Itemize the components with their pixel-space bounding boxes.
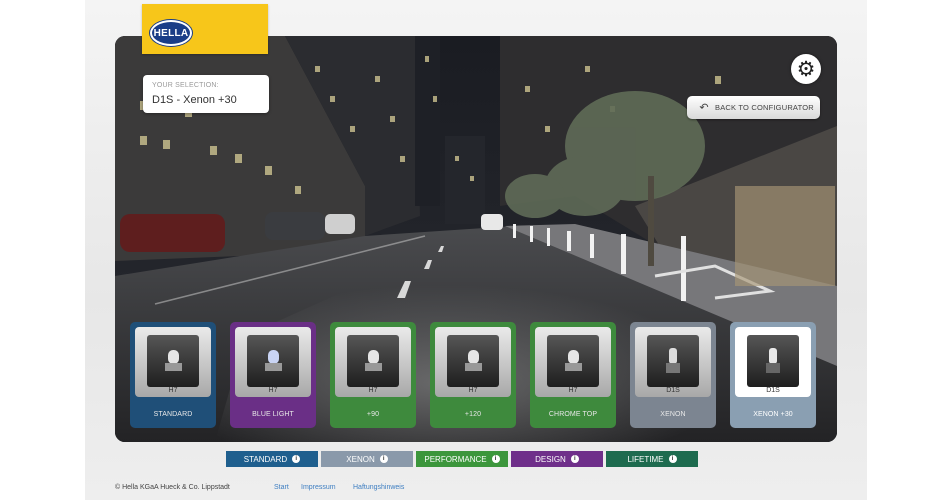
bulb-icon [165, 350, 182, 371]
bulb-image [247, 335, 299, 387]
product-image-frame: H7 [435, 327, 511, 397]
product-image-frame: H7 [235, 327, 311, 397]
product-name: +120 [464, 411, 482, 418]
product-selector: H7 STANDARD H7 BLUE LIGHT H7 +90 H7 +120… [130, 322, 820, 428]
footer-copyright: © Hella KGaA Hueck & Co. Lippstadt [115, 484, 230, 491]
legend-lifetime[interactable]: LIFETIME i [606, 451, 698, 467]
product-type: H7 [368, 387, 378, 394]
product-card-plus-120[interactable]: H7 +120 [430, 322, 516, 428]
footer-link-haftungshinweis[interactable]: Haftungshinweis [353, 484, 404, 491]
product-image-frame: H7 [335, 327, 411, 397]
bulb-image [347, 335, 399, 387]
info-icon[interactable]: i [491, 455, 500, 463]
bulb-icon [766, 348, 780, 373]
hella-logo[interactable]: HELLA [142, 4, 268, 54]
legend-label: XENON [346, 454, 375, 464]
product-card-chrome-top[interactable]: H7 CHROME TOP [530, 322, 616, 428]
return-arrow-icon: ↶ [699, 102, 709, 114]
product-name: BLUE LIGHT [252, 411, 294, 418]
product-name: +90 [366, 411, 380, 418]
legend-xenon[interactable]: XENON i [321, 451, 413, 467]
product-type: H7 [168, 387, 178, 394]
legend-label: PERFORMANCE [424, 454, 487, 464]
legend-performance[interactable]: PERFORMANCE i [416, 451, 508, 467]
bulb-icon [666, 348, 680, 373]
legend-label: DESIGN [535, 454, 566, 464]
product-type: D1S [766, 387, 780, 394]
product-card-plus-90[interactable]: H7 +90 [330, 322, 416, 428]
info-icon[interactable]: i [292, 455, 301, 463]
product-card-blue-light[interactable]: H7 BLUE LIGHT [230, 322, 316, 428]
back-to-configurator-label: BACK TO CONFIGURATOR [715, 103, 814, 112]
bulb-icon [265, 350, 282, 371]
product-name: CHROME TOP [548, 411, 598, 418]
product-image-frame: H7 [135, 327, 211, 397]
hella-logo-mark: HELLA [150, 20, 192, 46]
bulb-image [647, 335, 699, 387]
bulb-icon [365, 350, 382, 371]
bulb-icon [465, 350, 482, 371]
category-legend: STANDARD i XENON i PERFORMANCE i DESIGN … [226, 451, 698, 467]
info-icon[interactable]: i [668, 455, 677, 463]
footer-link-impressum[interactable]: Impressum [301, 484, 336, 491]
product-card-xenon-plus-30[interactable]: D1S XENON +30 [730, 322, 816, 428]
product-card-standard[interactable]: H7 STANDARD [130, 322, 216, 428]
product-image-frame: D1S [735, 327, 811, 397]
product-card-xenon[interactable]: D1S XENON [630, 322, 716, 428]
product-type: H7 [568, 387, 578, 394]
selection-value: D1S - Xenon +30 [152, 94, 237, 106]
product-type: D1S [666, 387, 680, 394]
legend-label: STANDARD [243, 454, 288, 464]
selection-label: YOUR SELECTION: [152, 82, 219, 89]
legend-standard[interactable]: STANDARD i [226, 451, 318, 467]
configurator-gear-icon[interactable]: ⚙ [791, 54, 821, 84]
legend-label: LIFETIME [627, 454, 664, 464]
info-icon[interactable]: i [570, 455, 579, 463]
product-name: XENON [660, 411, 686, 418]
bulb-icon [565, 350, 582, 371]
back-to-configurator-button[interactable]: ↶ BACK TO CONFIGURATOR [687, 96, 820, 119]
product-type: H7 [468, 387, 478, 394]
bulb-image [547, 335, 599, 387]
info-icon[interactable]: i [379, 455, 388, 463]
product-type: H7 [268, 387, 278, 394]
bulb-image [147, 335, 199, 387]
product-name: XENON +30 [753, 411, 793, 418]
bulb-image [747, 335, 799, 387]
your-selection-box: YOUR SELECTION: D1S - Xenon +30 [143, 75, 269, 113]
legend-design[interactable]: DESIGN i [511, 451, 603, 467]
product-name: STANDARD [153, 411, 193, 418]
product-image-frame: H7 [535, 327, 611, 397]
footer-link-start[interactable]: Start [274, 484, 289, 491]
bulb-image [447, 335, 499, 387]
product-image-frame: D1S [635, 327, 711, 397]
